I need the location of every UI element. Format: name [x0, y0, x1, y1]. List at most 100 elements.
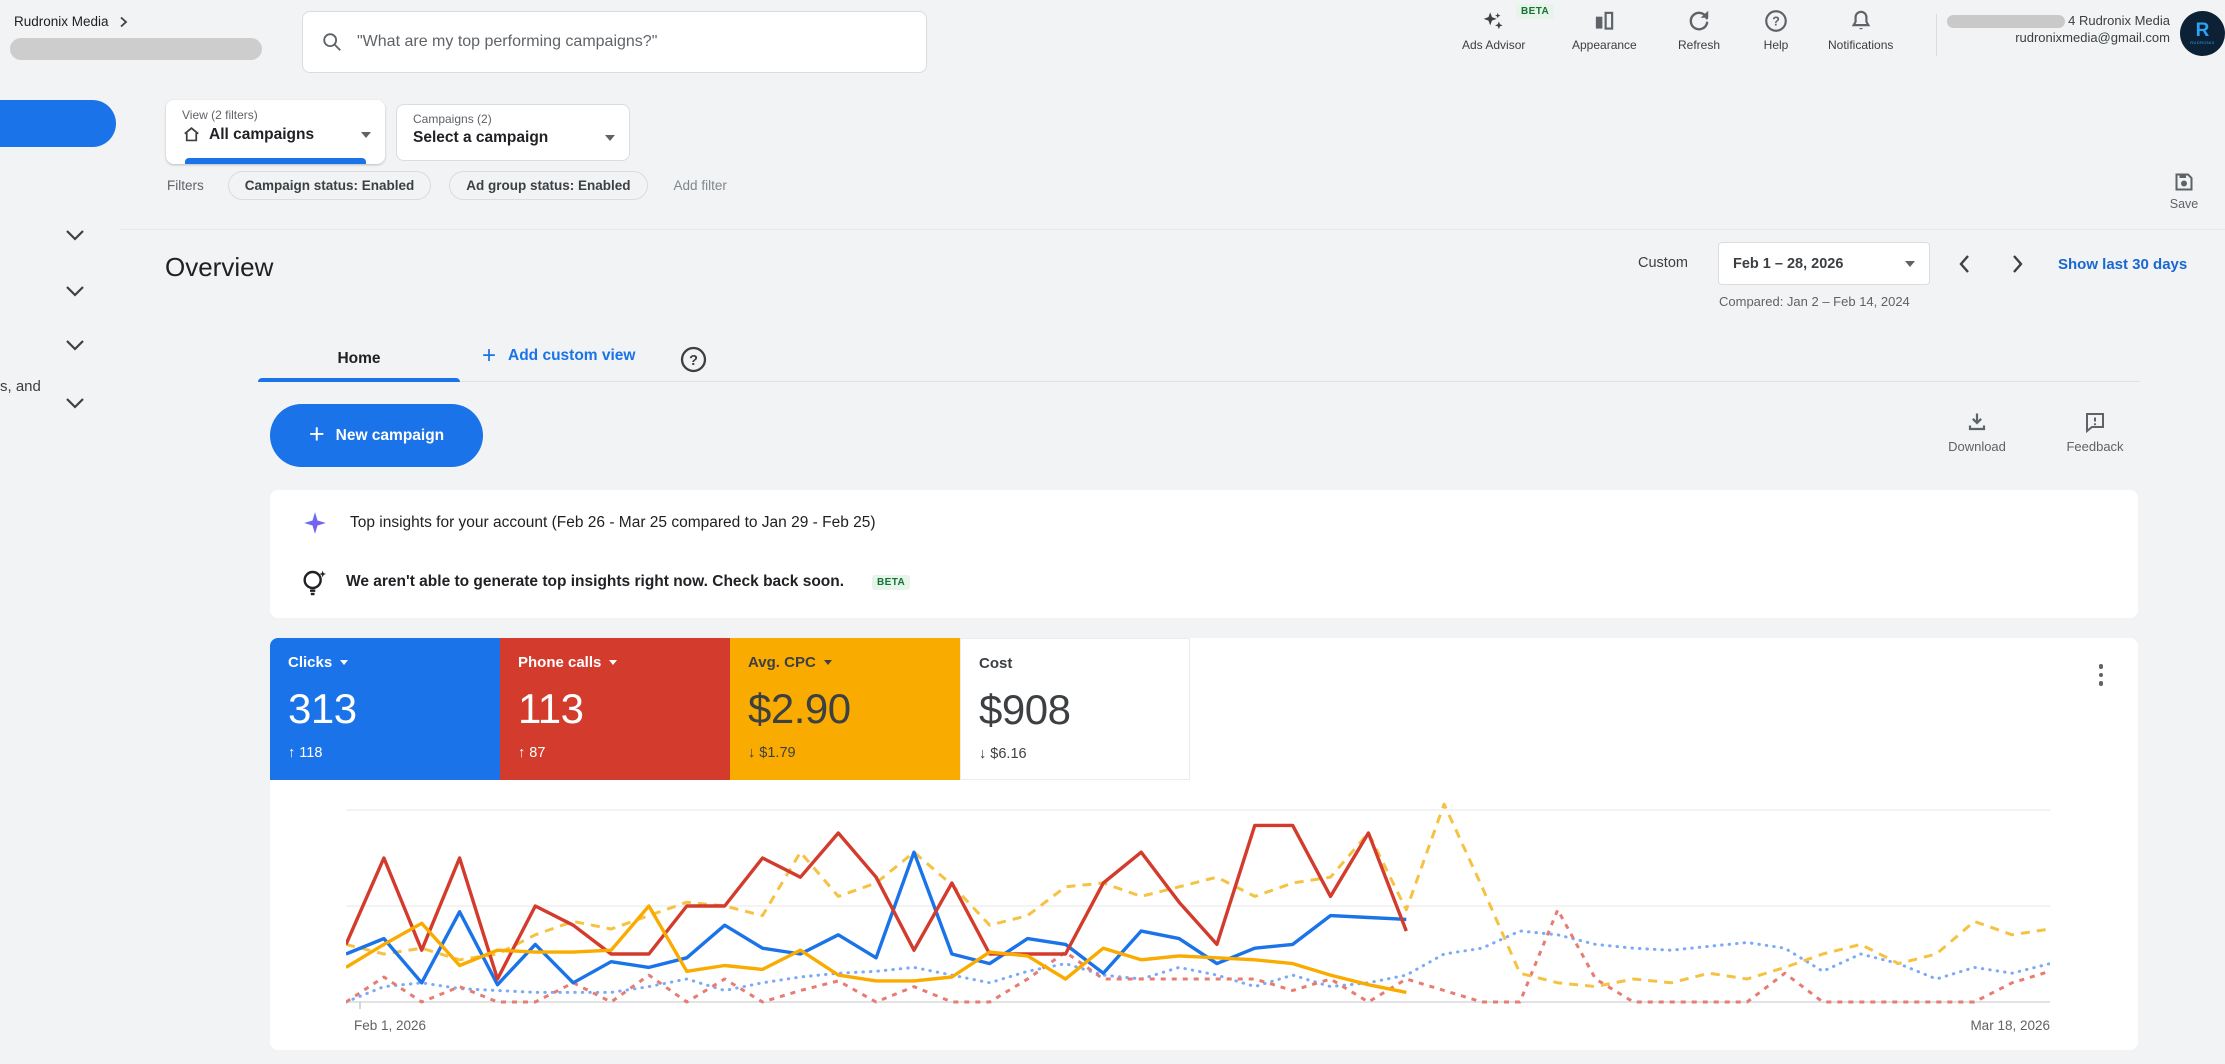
chevron-right-icon	[119, 16, 127, 27]
metric-label: Clicks	[288, 654, 333, 671]
home-icon	[184, 127, 199, 142]
metric-card-phone-calls[interactable]: Phone calls 113 ↑ 87	[500, 638, 730, 780]
download-button[interactable]: Download	[1942, 410, 2012, 454]
metric-label: Avg. CPC	[748, 654, 816, 671]
breadcrumb-label: Rudronix Media	[14, 14, 109, 29]
x-axis-end-label: Mar 18, 2026	[1970, 1018, 2050, 1033]
date-range-value: Feb 1 – 28, 2026	[1733, 255, 1844, 272]
more-options-button[interactable]	[2092, 664, 2110, 686]
breadcrumb[interactable]: Rudronix Media	[14, 14, 129, 29]
metric-label: Cost	[979, 655, 1013, 672]
line-chart	[344, 802, 2052, 1009]
tab-home[interactable]: Home	[258, 336, 460, 381]
add-filter-button[interactable]: Add filter	[674, 178, 727, 193]
sidebar-active-item[interactable]	[0, 100, 116, 147]
insights-sparkle-icon	[304, 512, 326, 534]
metric-delta: ↑ 118	[288, 745, 323, 761]
svg-text:?: ?	[689, 353, 698, 369]
search-input[interactable]	[357, 33, 908, 51]
next-period-button[interactable]	[2000, 247, 2034, 281]
date-range-dropdown[interactable]: Feb 1 – 28, 2026	[1718, 242, 1930, 285]
previous-period-button[interactable]	[1948, 247, 1982, 281]
account-email: rudronixmedia@gmail.com	[2015, 30, 2170, 45]
nav-label: Help	[1763, 38, 1789, 52]
performance-chart	[344, 800, 2052, 1014]
chevron-down-icon	[1905, 260, 1915, 267]
toolbar-divider	[120, 229, 2225, 230]
new-campaign-label: New campaign	[335, 426, 445, 444]
nav-label: Refresh	[1678, 38, 1721, 52]
help-circle-icon[interactable]: ?	[679, 345, 708, 374]
page-title: Overview	[165, 252, 274, 282]
view-dropdown-label: View (2 filters)	[182, 108, 258, 122]
chevron-down-icon	[340, 660, 349, 665]
nav-refresh[interactable]: Refresh	[1678, 8, 1720, 52]
chevron-down-icon[interactable]	[62, 392, 88, 414]
account-name: 4 Rudronix Media	[2068, 13, 2170, 28]
metric-delta: ↑ 87	[518, 745, 546, 761]
chevron-right-icon	[2013, 255, 2023, 273]
chevron-left-icon	[1959, 255, 1969, 273]
chevron-down-icon	[823, 660, 832, 665]
nav-label: Ads Advisor	[1462, 38, 1526, 52]
metric-delta: ↓ $1.79	[748, 745, 796, 761]
metric-value: 313	[288, 685, 357, 732]
redacted-account-id	[1947, 15, 2066, 29]
insights-message: We aren't able to generate top insights …	[346, 573, 845, 590]
feedback-button[interactable]: Feedback	[2060, 410, 2130, 454]
chevron-down-icon[interactable]	[62, 334, 88, 356]
campaigns-dropdown[interactable]: Campaigns (2) Select a campaign	[396, 104, 630, 161]
view-dropdown[interactable]: View (2 filters) All campaigns	[166, 100, 385, 164]
refresh-icon	[1689, 10, 1709, 31]
view-dropdown-value: All campaigns	[209, 125, 315, 143]
nav-notifications[interactable]: Notifications	[1828, 8, 1893, 52]
lightbulb-icon	[303, 570, 326, 596]
filters-row: Filters Campaign status: Enabled Ad grou…	[167, 170, 727, 200]
show-last-30-days-link[interactable]: Show last 30 days	[2058, 256, 2187, 273]
add-custom-view-label: Add custom view	[508, 347, 636, 364]
download-icon	[1968, 413, 1986, 431]
search-bar[interactable]	[302, 11, 927, 73]
appearance-icon	[1596, 11, 1614, 30]
avatar[interactable]: R RUDRONIX	[2180, 11, 2225, 56]
add-custom-view-button[interactable]: + Add custom view	[482, 342, 635, 370]
help-icon: ?	[1765, 10, 1787, 32]
tab-active-indicator	[258, 378, 460, 382]
performance-card: Clicks 313 ↑ 118 Phone calls 113 ↑ 87 Av…	[270, 638, 2138, 1050]
nav-help[interactable]: ? Help	[1763, 8, 1789, 52]
campaigns-dropdown-value: Select a campaign	[413, 129, 549, 146]
metric-value: 113	[518, 685, 584, 732]
view-active-indicator	[185, 158, 366, 164]
download-label: Download	[1948, 439, 2006, 454]
filter-chip-ad-group-status[interactable]: Ad group status: Enabled	[449, 170, 648, 200]
chevron-down-icon	[609, 660, 618, 665]
metric-value: $2.90	[748, 685, 851, 732]
chevron-down-icon[interactable]	[62, 224, 88, 246]
chevron-down-icon[interactable]	[62, 280, 88, 302]
topbar-divider	[1936, 14, 1937, 56]
google-ads-dashboard: Rudronix Media Ads Advisor BETA Appearan…	[0, 0, 2225, 1064]
ads-advisor-beta-badge: BETA	[1516, 4, 1555, 19]
save-button[interactable]: Save	[2156, 170, 2212, 211]
date-mode-label: Custom	[1638, 255, 1688, 271]
metric-card-avg-cpc[interactable]: Avg. CPC $2.90 ↓ $1.79	[730, 638, 960, 780]
nav-label: Appearance	[1572, 38, 1637, 52]
top-insights-card: Top insights for your account (Feb 26 - …	[270, 490, 2138, 618]
filter-chip-campaign-status[interactable]: Campaign status: Enabled	[227, 170, 432, 200]
account-info[interactable]: 4 Rudronix Media rudronixmedia@gmail.com	[1942, 12, 2170, 46]
metric-delta: ↓ $6.16	[979, 746, 1027, 762]
save-label: Save	[2169, 197, 2199, 211]
feedback-icon	[2086, 413, 2104, 434]
search-icon	[323, 33, 341, 51]
feedback-label: Feedback	[2066, 439, 2124, 454]
campaigns-dropdown-label: Campaigns (2)	[413, 112, 492, 126]
nav-appearance[interactable]: Appearance	[1572, 8, 1637, 52]
svg-text:?: ?	[1772, 15, 1780, 29]
new-campaign-button[interactable]: + New campaign	[270, 404, 483, 467]
plus-icon: +	[308, 419, 325, 449]
nav-label: Notifications	[1828, 38, 1894, 52]
redacted-account-text	[10, 38, 262, 60]
metric-card-cost[interactable]: Cost $908 ↓ $6.16	[960, 638, 1190, 780]
metric-card-clicks[interactable]: Clicks 313 ↑ 118	[270, 638, 500, 780]
compared-date-range: Compared: Jan 2 – Feb 14, 2024	[1719, 294, 1910, 309]
